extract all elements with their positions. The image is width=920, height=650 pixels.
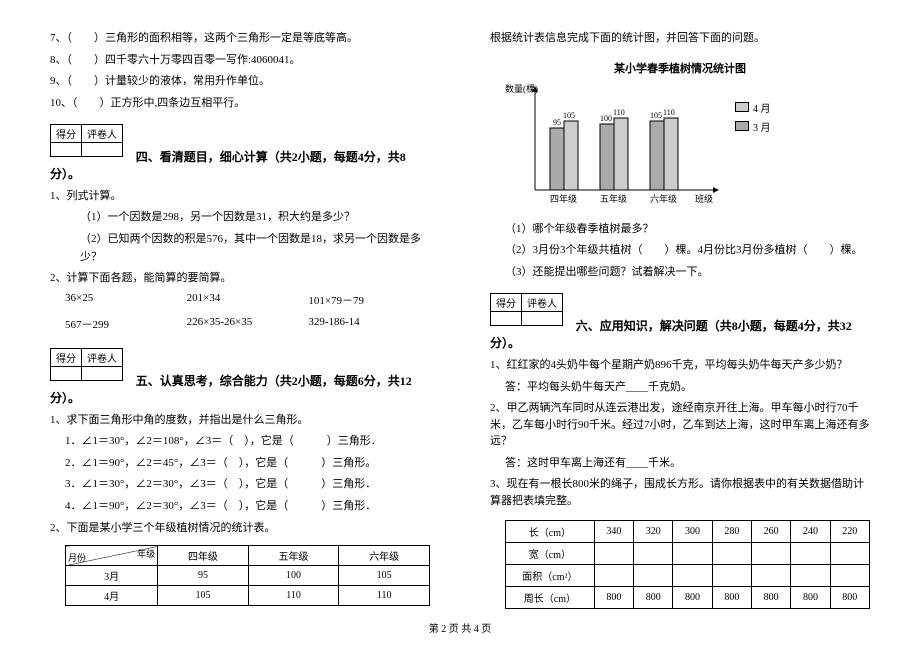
svg-text:100: 100: [600, 114, 612, 123]
judgment-10: 10、（ ）正方形中,四条边互相平行。: [50, 95, 430, 112]
svg-text:105: 105: [650, 111, 662, 120]
row-label: 面积（cm²）: [506, 565, 595, 587]
legend-label: 3 月: [753, 119, 771, 134]
score-label: 得分: [491, 294, 522, 312]
planting-table: 年级 月份 四年级 五年级 六年级 3月 95 100 105 4月 105 1…: [65, 545, 430, 606]
svg-text:六年级: 六年级: [650, 193, 677, 204]
q1-2: （2）已知两个因数的积是576，其中一个因数是18，求另一个因数是多少？: [80, 231, 430, 266]
col-header: 五年级: [248, 546, 339, 566]
cell: 95: [158, 566, 249, 586]
svg-text:110: 110: [613, 108, 625, 117]
cell: 110: [248, 586, 339, 606]
col-header: 六年级: [339, 546, 430, 566]
x-label: 班级: [695, 193, 713, 204]
svg-text:四年级: 四年级: [550, 193, 577, 204]
s5-q1-3: 3．∠1＝30°，∠2＝30°，∠3＝（ ），它是（ ）三角形．: [65, 476, 430, 494]
diag-cell: 年级 月份: [66, 546, 158, 566]
legend: 4 月 3 月: [735, 100, 771, 138]
svg-text:五年级: 五年级: [600, 193, 627, 204]
chart-title: 某小学春季植树情况统计图: [505, 60, 855, 76]
col-header: 四年级: [158, 546, 249, 566]
svg-text:95: 95: [553, 118, 561, 127]
page-container: 7、（ ）三角形的面积相等，这两个三角形一定是等底等高。 8、（ ）四千零六十万…: [50, 30, 870, 590]
q1-1: （1）一个因数是298，另一个因数是31，积大约是多少？: [80, 209, 430, 227]
row-label: 4月: [66, 586, 158, 606]
cell: 110: [339, 586, 430, 606]
q2-heading: 2、计算下面各题，能简算的要简算。: [50, 270, 430, 287]
q1-heading: 1、列式计算。: [50, 188, 430, 205]
page-footer: 第 2 页 共 4 页: [0, 620, 920, 635]
calc-1c: 101×79－79: [308, 292, 430, 308]
y-label: 数量(棵): [505, 83, 538, 94]
svg-text:105: 105: [563, 111, 575, 120]
calc-2b: 226×35-26×35: [187, 316, 309, 332]
row-label: 宽（cm）: [506, 543, 595, 565]
section-5-header: 得分 评卷人 五、认真思考，综合能力（共2小题，每题6分，共12分）。: [50, 340, 430, 406]
legend-swatch: [735, 102, 749, 112]
marker-label: 评卷人: [522, 294, 563, 312]
calc-2c: 329-186-14: [308, 316, 430, 332]
cell: 105: [158, 586, 249, 606]
chart-q2: （2）3月份3个年级共植树（ ）棵。4月份比3月份多植树（ ）棵。: [505, 242, 870, 260]
row-label: 周长（cm）: [506, 587, 595, 609]
calc-2a: 567－299: [65, 316, 187, 332]
score-box-5: 得分 评卷人: [50, 348, 123, 381]
chart-q1: （1）哪个年级春季植树最多？: [505, 221, 870, 239]
legend-swatch: [735, 121, 749, 131]
score-box-6: 得分 评卷人: [490, 293, 563, 326]
row-label: 3月: [66, 566, 158, 586]
section-6-header: 得分 评卷人 六、应用知识，解决问题（共8小题，每题4分，共32分）。: [490, 285, 870, 351]
bar-chart: 数量(棵) 班级 95 105 四年级 100 110 五年级: [505, 80, 725, 210]
rectangle-table: 长（cm） 340 320 300 280 260 240 220 宽（cm） …: [505, 520, 870, 609]
left-column: 7、（ ）三角形的面积相等，这两个三角形一定是等底等高。 8、（ ）四千零六十万…: [50, 30, 430, 590]
score-box: 得分 评卷人: [50, 124, 123, 157]
calc-1a: 36×25: [65, 292, 187, 308]
s6-q2-ans: 答：这时甲车离上海还有____千米。: [505, 455, 870, 473]
s6-q1: 1、红红家的4头奶牛每个星期产奶896千克，平均每头奶牛每天产多少奶？: [490, 357, 870, 374]
diag-top: 年级: [137, 547, 155, 560]
marker-label: 评卷人: [82, 125, 123, 143]
score-label: 得分: [51, 348, 82, 366]
diag-bot: 月份: [68, 551, 86, 564]
judgment-8: 8、（ ）四千零六十万零四百零一写作:4060041。: [50, 52, 430, 69]
calc-1b: 201×34: [187, 292, 309, 308]
chart-q3: （3）还能提出哪些问题？试着解决一下。: [505, 264, 870, 282]
marker-label: 评卷人: [82, 348, 123, 366]
judgment-7: 7、（ ）三角形的面积相等，这两个三角形一定是等底等高。: [50, 30, 430, 47]
judgment-9: 9、（ ）计量较少的液体，常用升作单位。: [50, 73, 430, 90]
s6-q3: 3、现在有一根长800米的绳子，围成长方形。请你根据表中的有关数据借助计算器把表…: [490, 476, 870, 509]
continue-text: 根据统计表信息完成下面的统计图，并回答下面的问题。: [490, 30, 870, 47]
cell: 105: [339, 566, 430, 586]
s5-q1-2: 2．∠1＝90°，∠2＝45°，∠3＝（ ），它是（ ）三角形。: [65, 455, 430, 473]
section-4-header: 得分 评卷人 四、看清题目，细心计算（共2小题，每题4分，共8分）。: [50, 116, 430, 182]
row-label: 长（cm）: [506, 521, 595, 543]
svg-text:110: 110: [663, 108, 675, 117]
score-label: 得分: [51, 125, 82, 143]
calc-row-1: 36×25 201×34 101×79－79: [65, 292, 430, 308]
right-column: 根据统计表信息完成下面的统计图，并回答下面的问题。 某小学春季植树情况统计图 数…: [490, 30, 870, 590]
cell: 100: [248, 566, 339, 586]
calc-row-2: 567－299 226×35-26×35 329-186-14: [65, 316, 430, 332]
s6-q1-ans: 答：平均每头奶牛每天产____千克奶。: [505, 379, 870, 397]
legend-label: 4 月: [753, 100, 771, 115]
s5-q1-4: 4．∠1＝90°，∠2＝30°，∠3＝（ ），它是（ ）三角形．: [65, 498, 430, 516]
chart-wrapper: 某小学春季植树情况统计图 数量(棵) 班级 95 105: [505, 60, 855, 213]
s5-q2: 2、下面是某小学三个年级植树情况的统计表。: [50, 520, 430, 537]
s6-q2: 2、甲乙两辆汽车同时从连云港出发，途经南京开往上海。甲车每小时行70千米，乙车每…: [490, 400, 870, 450]
s5-q1-1: 1．∠1＝30°，∠2＝108°，∠3＝（ ），它是（ ）三角形．: [65, 433, 430, 451]
s5-q1: 1、求下面三角形中角的度数，并指出是什么三角形。: [50, 412, 430, 429]
